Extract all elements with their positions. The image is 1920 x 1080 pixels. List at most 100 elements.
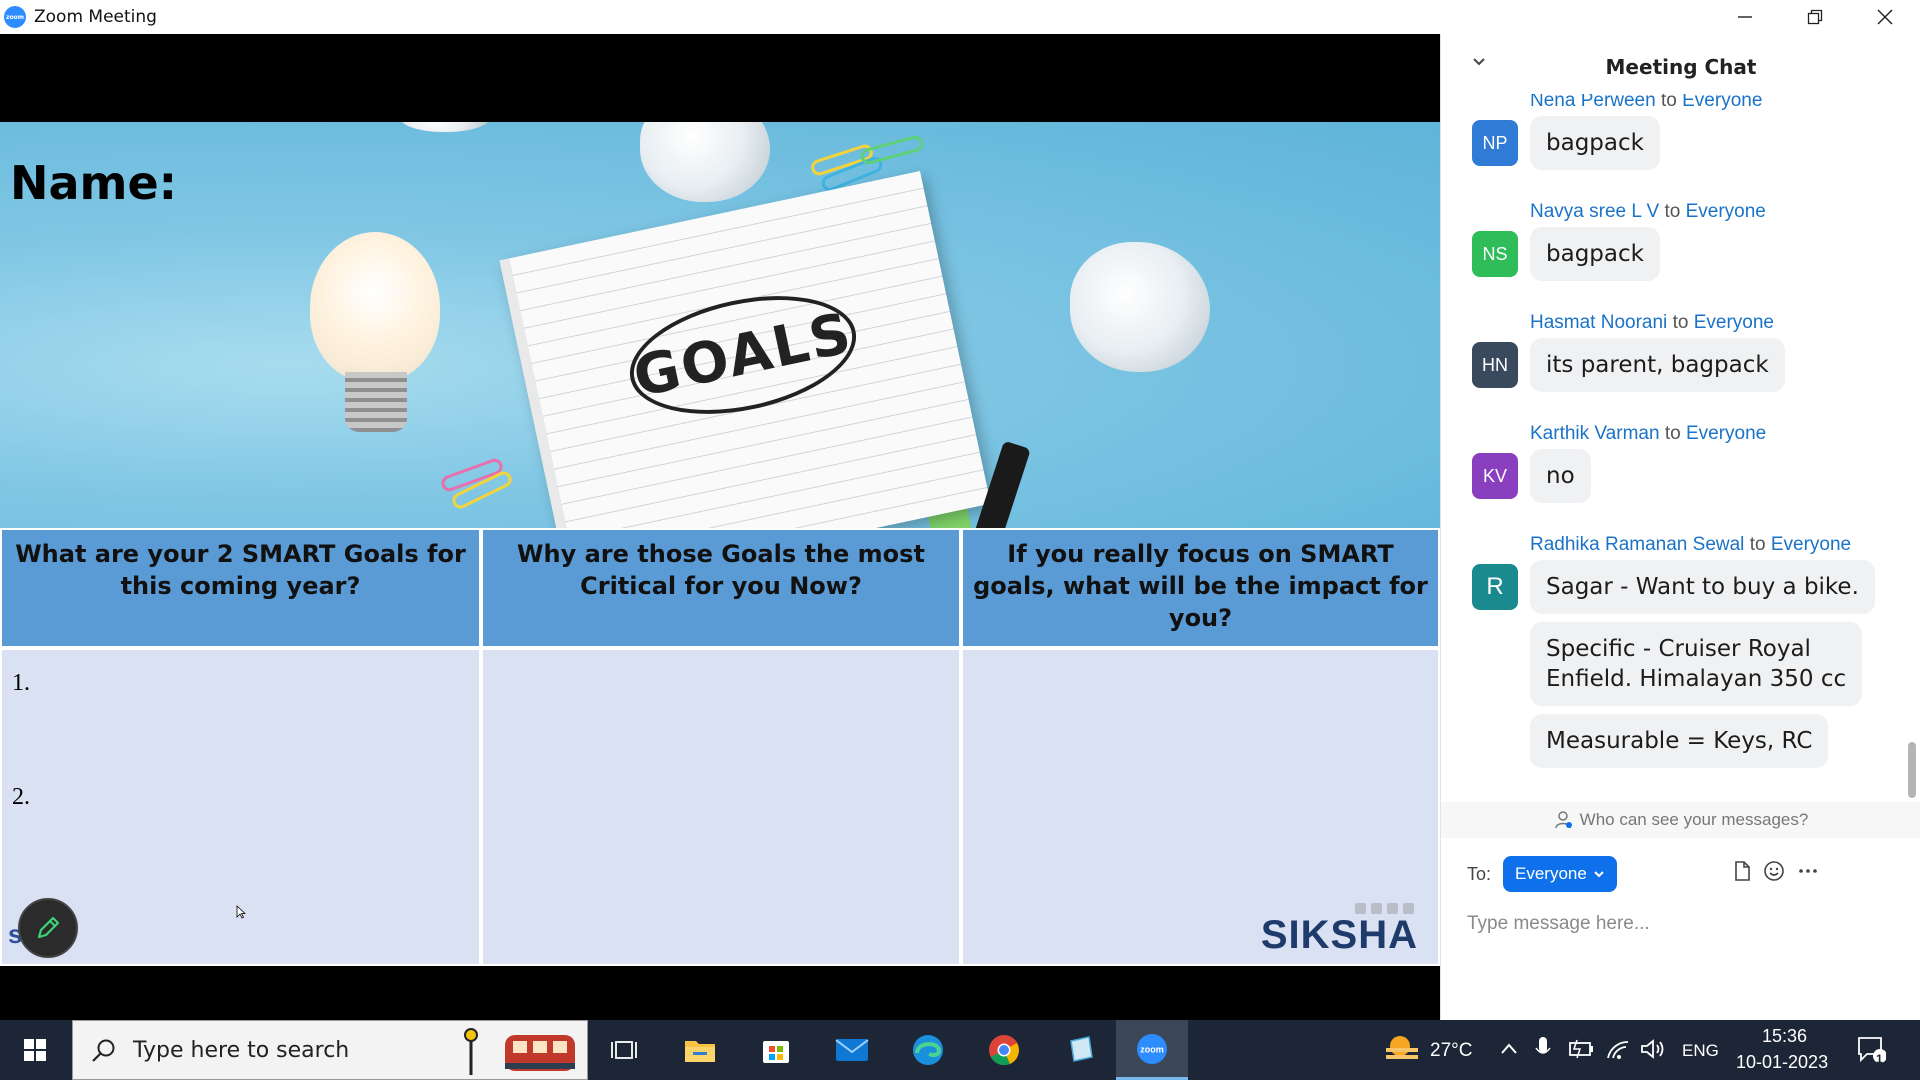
chevron-down-icon bbox=[1594, 871, 1604, 878]
crumpled-paper-image bbox=[640, 122, 770, 202]
notepad-button[interactable] bbox=[1048, 1020, 1112, 1080]
window-title-bar: zoom Zoom Meeting bbox=[0, 0, 1920, 34]
light-bulb-image bbox=[310, 232, 440, 382]
sender-name: Nena Perween bbox=[1530, 94, 1656, 111]
avatar[interactable]: HN bbox=[1472, 342, 1518, 388]
windows-taskbar: Type here to search zoom 27°C ENG 15:36 … bbox=[0, 1020, 1920, 1080]
zoom-icon: zoom bbox=[1137, 1033, 1167, 1064]
edge-button[interactable] bbox=[896, 1020, 960, 1080]
chevron-down-icon[interactable] bbox=[1471, 56, 1487, 68]
zoom-logo-icon: zoom bbox=[4, 6, 26, 28]
table-cell bbox=[481, 648, 961, 966]
search-placeholder: Type here to search bbox=[133, 1037, 350, 1063]
avatar[interactable]: R bbox=[1472, 564, 1518, 610]
chat-sender-line[interactable]: Karthik Varman to Everyone bbox=[1530, 423, 1766, 445]
chat-bubble[interactable]: Sagar - Want to buy a bike. bbox=[1530, 560, 1875, 614]
who-can-see-link[interactable]: Who can see your messages? bbox=[1441, 802, 1920, 838]
chat-sender-line[interactable]: Radhika Ramanan Sewal to Everyone bbox=[1530, 534, 1851, 556]
file-icon[interactable] bbox=[1731, 860, 1753, 882]
chat-title: Meeting Chat bbox=[1605, 55, 1757, 79]
restore-icon bbox=[1807, 9, 1823, 25]
wifi-icon[interactable] bbox=[1606, 1038, 1632, 1060]
clock-date[interactable]: 10-01-2023 bbox=[1736, 1052, 1828, 1073]
clock-time[interactable]: 15:36 bbox=[1762, 1026, 1807, 1047]
start-button[interactable] bbox=[0, 1020, 70, 1080]
pencil-icon bbox=[37, 916, 60, 939]
siksha-logo: SIKSHA bbox=[1260, 913, 1418, 957]
chat-bubble[interactable]: bagpack bbox=[1530, 227, 1660, 281]
recipient-value: Everyone bbox=[1515, 864, 1587, 883]
restore-button[interactable] bbox=[1780, 0, 1850, 34]
table-header-cell: Why are those Goals the most Critical fo… bbox=[481, 528, 961, 648]
chat-message-list[interactable]: Nena Perween to Everyone NP bagpack Navy… bbox=[1441, 94, 1907, 804]
sender-name: Radhika Ramanan Sewal bbox=[1530, 534, 1745, 555]
windows-logo-icon bbox=[24, 1039, 46, 1061]
avatar[interactable]: KV bbox=[1472, 453, 1518, 499]
chevron-up-icon[interactable] bbox=[1500, 1042, 1518, 1056]
recipient-dropdown[interactable]: Everyone bbox=[1503, 856, 1617, 892]
to-word: to bbox=[1672, 312, 1689, 333]
close-button[interactable] bbox=[1850, 0, 1920, 34]
mouse-cursor-icon bbox=[236, 905, 246, 919]
chat-bubble[interactable]: no bbox=[1530, 449, 1591, 503]
paper-clip-image bbox=[859, 133, 925, 167]
taskbar-search-box[interactable]: Type here to search bbox=[72, 1020, 588, 1080]
avatar[interactable]: NP bbox=[1472, 120, 1518, 166]
presentation-slide: GOALS Name: What are your 2 SMART Goals … bbox=[0, 122, 1440, 966]
chat-header: Meeting Chat bbox=[1441, 34, 1920, 100]
window-title: Zoom Meeting bbox=[34, 7, 157, 27]
sender-name: Navya sree L V bbox=[1530, 201, 1660, 222]
chat-message-input[interactable] bbox=[1467, 904, 1897, 944]
minimize-icon bbox=[1738, 16, 1752, 18]
annotate-button[interactable] bbox=[18, 898, 78, 958]
goals-table: What are your 2 SMART Goals for this com… bbox=[0, 528, 1440, 966]
recipient-name: Everyone bbox=[1682, 94, 1763, 111]
avatar[interactable]: NS bbox=[1472, 231, 1518, 277]
more-options-icon[interactable] bbox=[1797, 860, 1819, 882]
battery-icon[interactable] bbox=[1568, 1038, 1594, 1060]
chrome-button[interactable] bbox=[972, 1020, 1036, 1080]
table-cell: SIKSHA bbox=[961, 648, 1440, 966]
chrome-icon bbox=[989, 1035, 1019, 1066]
meeting-chat-panel: Meeting Chat Nena Perween to Everyone NP… bbox=[1440, 34, 1920, 1020]
table-header-cell: What are your 2 SMART Goals for this com… bbox=[0, 528, 481, 648]
chat-sender-line[interactable]: Nena Perween to Everyone bbox=[1530, 94, 1762, 112]
chat-scrollbar[interactable] bbox=[1908, 742, 1916, 798]
recipient-name: Everyone bbox=[1770, 534, 1852, 555]
recipient-name: Everyone bbox=[1685, 423, 1767, 444]
emoji-icon[interactable] bbox=[1763, 860, 1785, 882]
input-language[interactable]: ENG bbox=[1682, 1041, 1719, 1061]
weather-temperature[interactable]: 27°C bbox=[1430, 1040, 1472, 1062]
crumpled-paper-image bbox=[400, 122, 490, 132]
chat-sender-line[interactable]: Hasmat Noorani to Everyone bbox=[1530, 312, 1774, 334]
task-view-button[interactable] bbox=[592, 1020, 656, 1080]
weather-icon[interactable] bbox=[1382, 1032, 1422, 1066]
svg-text:zoom: zoom bbox=[1140, 1044, 1164, 1054]
search-highlight-icon bbox=[464, 1028, 575, 1075]
zoom-taskbar-button[interactable]: zoom bbox=[1116, 1020, 1188, 1080]
volume-icon[interactable] bbox=[1640, 1038, 1666, 1060]
to-word: to bbox=[1664, 423, 1681, 444]
file-explorer-button[interactable] bbox=[668, 1020, 732, 1080]
chat-bubble[interactable]: Measurable = Keys, RC bbox=[1530, 714, 1829, 768]
microphone-icon[interactable] bbox=[1534, 1036, 1552, 1062]
to-word: to bbox=[1664, 201, 1681, 222]
crumpled-paper-image bbox=[1070, 242, 1210, 372]
chat-bubble[interactable]: bagpack bbox=[1530, 116, 1660, 170]
store-icon bbox=[763, 1041, 789, 1063]
bulb-base-image bbox=[345, 372, 407, 432]
search-icon bbox=[92, 1039, 115, 1062]
chat-bubble[interactable]: Specific - Cruiser Royal Enfield. Himala… bbox=[1530, 622, 1863, 706]
chat-recipient-row: To: Everyone bbox=[1441, 854, 1920, 894]
folder-icon bbox=[685, 1041, 715, 1062]
chat-bubble-line: Specific - Cruiser Royal bbox=[1546, 636, 1811, 662]
chat-sender-line[interactable]: Navya sree L V to Everyone bbox=[1530, 201, 1766, 223]
row-number: 2. bbox=[12, 784, 30, 810]
chat-bubble[interactable]: its parent, bagpack bbox=[1530, 338, 1785, 392]
recipient-name: Everyone bbox=[1685, 201, 1766, 222]
window-controls bbox=[1710, 0, 1920, 34]
mail-button[interactable] bbox=[820, 1020, 884, 1080]
minimize-button[interactable] bbox=[1710, 0, 1780, 34]
task-view-icon bbox=[611, 1041, 637, 1059]
microsoft-store-button[interactable] bbox=[744, 1020, 808, 1080]
